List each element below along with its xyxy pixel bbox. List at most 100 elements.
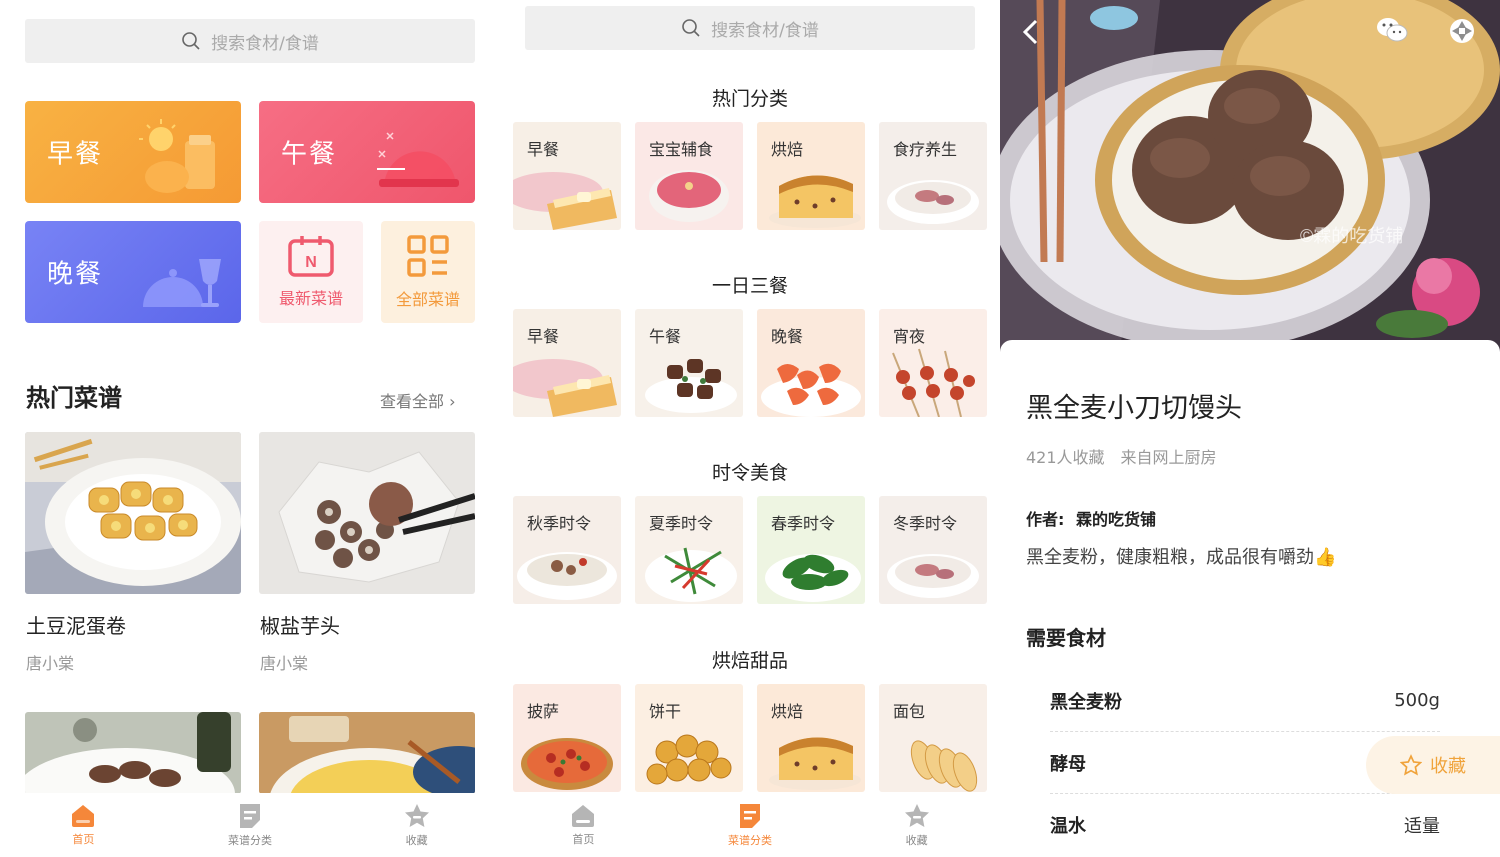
category-autumn[interactable]: 秋季时令 <box>513 496 621 604</box>
ingredient-name: 酵母 <box>1050 753 1086 775</box>
category-label: 春季时令 <box>771 514 836 533</box>
categories-screen: 搜索食材/食谱 热门分类 早餐 宝宝辅食 烘焙 食疗养生 一日三餐 早餐 午餐 … <box>500 0 1000 857</box>
category-label: 面包 <box>893 702 926 721</box>
latest-recipes-card[interactable]: N 最新菜谱 <box>259 221 363 323</box>
latest-recipes-label: 最新菜谱 <box>278 289 343 308</box>
search-bar[interactable]: 搜索食材/食谱 <box>25 19 475 63</box>
dinner-icon <box>143 259 221 307</box>
ingredients-title: 需要食材 <box>1026 626 1106 650</box>
ingredient-name: 黑全麦粉 <box>1050 691 1122 713</box>
tab-categories[interactable]: 菜谱分类 <box>667 793 834 857</box>
grid-icon <box>407 235 449 277</box>
search-icon <box>682 19 700 37</box>
wechat-icon[interactable] <box>1376 16 1408 44</box>
recipe-detail-screen: ©霖的吃货铺 黑全麦小刀切馒头 421人收藏 来自网上厨房 作者: 霖的吃货铺 … <box>1000 0 1500 857</box>
search-bar[interactable]: 搜索食材/食谱 <box>525 6 975 50</box>
recipe-detail-card: 黑全麦小刀切馒头 421人收藏 来自网上厨房 作者: 霖的吃货铺 黑全麦粉，健康… <box>1000 340 1500 857</box>
tab-categories[interactable]: 菜谱分类 <box>167 793 334 857</box>
category-label: 披萨 <box>527 702 560 721</box>
tab-home-label: 首页 <box>72 833 95 846</box>
tab-home[interactable]: 首页 <box>500 793 667 857</box>
category-spring[interactable]: 春季时令 <box>757 496 865 604</box>
dinner-label: 晚餐 <box>47 259 104 290</box>
section-title-meals: 一日三餐 <box>711 275 788 297</box>
recipe-name[interactable]: 土豆泥蛋卷 <box>26 610 126 639</box>
category-label: 宝宝辅食 <box>649 140 714 159</box>
category-dinner[interactable]: 晚餐 <box>757 309 865 417</box>
category-label: 烘焙 <box>771 140 804 159</box>
category-label: 烘焙 <box>771 702 804 721</box>
back-icon[interactable] <box>1020 18 1044 46</box>
section-title-seasonal: 时令美食 <box>711 462 788 484</box>
recipe-name[interactable]: 椒盐芋头 <box>260 610 340 639</box>
ingredient-amount: 500g <box>1394 690 1440 711</box>
recipe-thumb-taro[interactable] <box>259 432 475 594</box>
category-late-snack[interactable]: 宵夜 <box>879 309 987 417</box>
category-breakfast[interactable]: 早餐 <box>513 122 621 230</box>
tab-favorites-label: 收藏 <box>905 833 928 847</box>
all-recipes-card[interactable]: 全部菜谱 <box>381 221 475 323</box>
tab-bar: 首页 菜谱分类 收藏 <box>500 793 1000 857</box>
category-summer[interactable]: 夏季时令 <box>635 496 743 604</box>
star-icon <box>904 803 929 827</box>
recipe-book-icon <box>240 804 260 828</box>
breakfast-label: 早餐 <box>47 139 104 170</box>
breakfast-card[interactable]: 早餐 <box>25 101 241 203</box>
ingredient-name: 温水 <box>1050 816 1086 837</box>
recipe-hero-image: ©霖的吃货铺 <box>1000 0 1500 352</box>
tab-categories-label: 菜谱分类 <box>728 834 772 847</box>
author-label: 作者: <box>1026 510 1065 529</box>
recipe-author: 唐小棠 <box>26 654 75 673</box>
tab-categories-label: 菜谱分类 <box>228 834 272 847</box>
category-label: 午餐 <box>649 327 682 346</box>
moments-icon[interactable] <box>1448 17 1476 45</box>
category-lunch[interactable]: 午餐 <box>635 309 743 417</box>
search-placeholder: 搜索食材/食谱 <box>711 20 819 41</box>
favorite-button[interactable]: 收藏 <box>1366 736 1500 794</box>
star-outline-icon <box>1400 754 1422 776</box>
section-title-hot: 热门分类 <box>711 88 788 110</box>
lunch-card[interactable]: 午餐 <box>259 101 475 203</box>
category-breakfast[interactable]: 早餐 <box>513 309 621 417</box>
category-winter[interactable]: 冬季时令 <box>879 496 987 604</box>
ingredient-amount: 适量 <box>1404 816 1440 837</box>
recipe-thumb-beef[interactable] <box>25 712 241 794</box>
recipe-thumb-soup[interactable] <box>259 712 475 794</box>
favorite-label: 收藏 <box>1430 756 1466 777</box>
recipe-title: 黑全麦小刀切馒头 <box>1026 393 1242 424</box>
calendar-icon: N <box>288 236 334 277</box>
category-baking[interactable]: 烘焙 <box>757 122 865 230</box>
category-label: 冬季时令 <box>893 514 958 533</box>
all-recipes-label: 全部菜谱 <box>395 290 460 309</box>
hot-recipes-title: 热门菜谱 <box>26 384 122 412</box>
category-label: 早餐 <box>527 327 560 346</box>
recipe-meta: 421人收藏 来自网上厨房 <box>1026 448 1217 467</box>
category-label: 秋季时令 <box>527 514 592 533</box>
category-baby-food[interactable]: 宝宝辅食 <box>635 122 743 230</box>
category-baking[interactable]: 烘焙 <box>757 684 865 792</box>
home-icon <box>572 805 595 827</box>
category-pizza[interactable]: 披萨 <box>513 684 621 792</box>
ingredient-row: 黑全麦粉 500g <box>1050 670 1440 732</box>
tab-favorites[interactable]: 收藏 <box>833 793 1000 857</box>
svg-text:N: N <box>305 254 317 271</box>
category-label: 早餐 <box>527 140 560 159</box>
recipe-author-line: 作者: 霖的吃货铺 <box>1026 506 1156 530</box>
see-all-link[interactable]: 查看全部 › <box>380 388 456 412</box>
home-icon <box>72 805 95 827</box>
star-icon <box>404 803 429 827</box>
ingredient-row: 温水 适量 <box>1050 794 1440 856</box>
category-label: 食疗养生 <box>893 140 958 159</box>
recipe-thumb-omelette-roll[interactable] <box>25 432 241 594</box>
breakfast-icon <box>139 119 215 193</box>
author-name[interactable]: 霖的吃货铺 <box>1076 510 1156 529</box>
dinner-card[interactable]: 晚餐 <box>25 221 241 323</box>
tab-favorites[interactable]: 收藏 <box>333 793 500 857</box>
lunch-icon <box>377 132 459 187</box>
category-bread[interactable]: 面包 <box>879 684 987 792</box>
section-title-baking: 烘焙甜品 <box>711 650 788 672</box>
category-therapy-food[interactable]: 食疗养生 <box>879 122 987 230</box>
category-biscuits[interactable]: 饼干 <box>635 684 743 792</box>
category-label: 饼干 <box>649 702 682 721</box>
tab-home[interactable]: 首页 <box>0 793 167 857</box>
